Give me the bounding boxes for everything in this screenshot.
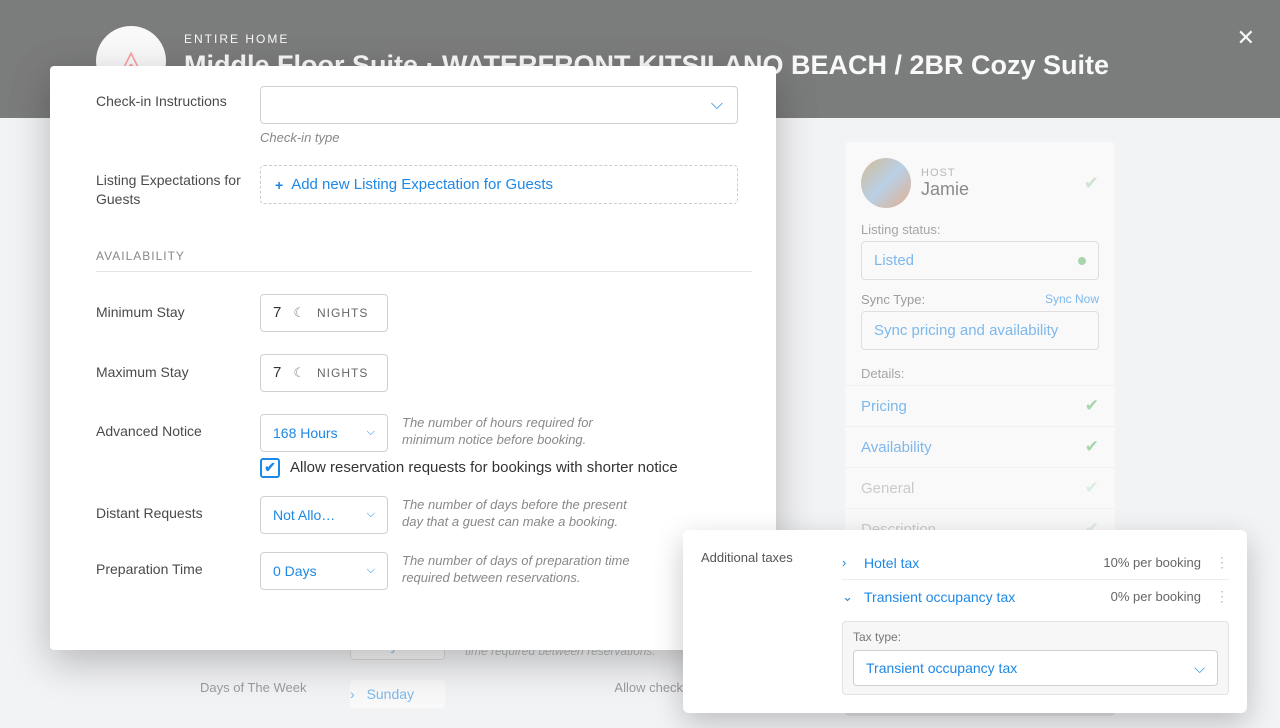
status-dot-icon bbox=[1078, 257, 1086, 265]
distant-requests-help: The number of days before the present da… bbox=[402, 496, 642, 531]
add-expectation-label: Add new Listing Expectation for Guests bbox=[291, 176, 553, 193]
maximum-stay-label: Maximum Stay bbox=[96, 363, 246, 382]
check-icon: ✔ bbox=[1085, 396, 1099, 416]
days-of-week-label: Days of The Week bbox=[200, 680, 330, 695]
chevron-down-icon: ⌵ bbox=[367, 564, 375, 577]
maximum-stay-input[interactable]: 7 ☾ NIGHTS bbox=[260, 354, 388, 392]
additional-taxes-label: Additional taxes bbox=[701, 546, 816, 695]
checkin-instructions-label: Check-in Instructions bbox=[96, 86, 246, 111]
tax-type-value: Transient occupancy tax bbox=[866, 660, 1017, 676]
listing-status-select[interactable]: Listed bbox=[861, 241, 1099, 280]
check-icon: ✔ bbox=[1085, 437, 1099, 457]
chevron-down-icon: ⌵ bbox=[367, 508, 375, 521]
minimum-stay-label: Minimum Stay bbox=[96, 303, 246, 322]
tax-rate: 10% per booking bbox=[1103, 555, 1201, 570]
add-expectation-button[interactable]: + Add new Listing Expectation for Guests bbox=[260, 165, 738, 204]
sidebar-item-pricing[interactable]: Pricing✔ bbox=[845, 385, 1115, 426]
listing-status-label: Listing status: bbox=[845, 214, 1115, 241]
verified-check-icon: ✔ bbox=[1084, 173, 1099, 194]
preparation-time-help: The number of days of preparation time r… bbox=[402, 552, 642, 587]
shorter-notice-label: Allow reservation requests for bookings … bbox=[290, 459, 678, 476]
tax-type-select[interactable]: Transient occupancy tax ⌵ bbox=[853, 650, 1218, 686]
more-icon[interactable]: ⋮ bbox=[1215, 588, 1229, 605]
tax-name: Transient occupancy tax bbox=[864, 589, 1103, 605]
chevron-down-icon: ⌵ bbox=[711, 96, 723, 114]
minimum-stay-value: 7 bbox=[273, 304, 281, 321]
distant-requests-value: Not Allo… bbox=[273, 507, 335, 523]
additional-taxes-panel: Additional taxes › Hotel tax 10% per boo… bbox=[683, 530, 1247, 713]
advanced-notice-label: Advanced Notice bbox=[96, 414, 246, 441]
plus-icon: + bbox=[275, 177, 283, 193]
advanced-notice-help: The number of hours required for minimum… bbox=[402, 414, 642, 449]
listing-sidebar: HOST Jamie ✔ Listing status: Listed Sync… bbox=[845, 142, 1115, 559]
sync-type-value: Sync pricing and availability bbox=[874, 322, 1058, 339]
sidebar-item-general[interactable]: General✔ bbox=[845, 467, 1115, 508]
host-avatar bbox=[861, 158, 911, 208]
host-name: Jamie bbox=[921, 179, 969, 200]
sync-type-select[interactable]: Sync pricing and availability bbox=[861, 311, 1099, 350]
advanced-notice-select[interactable]: 168 Hours ⌵ bbox=[260, 414, 388, 452]
sync-type-label: Sync Type: bbox=[861, 292, 925, 307]
tax-name: Hotel tax bbox=[864, 555, 1095, 571]
preparation-time-value: 0 Days bbox=[273, 563, 317, 579]
details-label: Details: bbox=[845, 358, 1115, 385]
checkin-type-select[interactable]: ⌵ bbox=[260, 86, 738, 124]
advanced-notice-value: 168 Hours bbox=[273, 425, 338, 441]
sunday-link[interactable]: › Sunday bbox=[350, 680, 445, 708]
host-label: HOST bbox=[921, 167, 969, 179]
chevron-right-icon: › bbox=[350, 686, 359, 702]
maximum-stay-value: 7 bbox=[273, 364, 281, 381]
chevron-down-icon: ⌵ bbox=[367, 426, 375, 439]
checkin-type-hint: Check-in type bbox=[260, 130, 750, 145]
shorter-notice-checkbox[interactable]: ✔ bbox=[260, 458, 280, 478]
listing-category: ENTIRE HOME bbox=[184, 32, 289, 46]
tax-rate: 0% per booking bbox=[1111, 589, 1201, 604]
listing-status-value: Listed bbox=[874, 252, 914, 269]
chevron-down-icon: ⌵ bbox=[1194, 660, 1205, 677]
check-icon: ✔ bbox=[1085, 478, 1099, 498]
moon-icon: ☾ bbox=[293, 365, 305, 381]
close-icon[interactable]: ✕ bbox=[1237, 25, 1255, 51]
moon-icon: ☾ bbox=[293, 305, 305, 321]
tax-item-hotel[interactable]: › Hotel tax 10% per booking ⋮ bbox=[842, 546, 1229, 580]
preparation-time-select[interactable]: 0 Days ⌵ bbox=[260, 552, 388, 590]
expectations-label: Listing Expectations for Guests bbox=[96, 165, 246, 209]
chevron-down-icon: ⌄ bbox=[842, 589, 856, 605]
sync-now-link[interactable]: Sync Now bbox=[1045, 292, 1099, 307]
nights-label: NIGHTS bbox=[317, 306, 368, 320]
tax-item-transient[interactable]: ⌄ Transient occupancy tax 0% per booking… bbox=[842, 580, 1229, 613]
sidebar-item-availability[interactable]: Availability✔ bbox=[845, 426, 1115, 467]
nights-label: NIGHTS bbox=[317, 366, 368, 380]
availability-heading: AVAILABILITY bbox=[96, 249, 752, 272]
distant-requests-select[interactable]: Not Allo… ⌵ bbox=[260, 496, 388, 534]
distant-requests-label: Distant Requests bbox=[96, 496, 246, 523]
minimum-stay-input[interactable]: 7 ☾ NIGHTS bbox=[260, 294, 388, 332]
chevron-right-icon: › bbox=[842, 555, 856, 570]
availability-settings-modal: Check-in Instructions ⌵ Check-in type Li… bbox=[50, 66, 776, 650]
more-icon[interactable]: ⋮ bbox=[1215, 554, 1229, 571]
tax-type-label: Tax type: bbox=[853, 630, 1218, 644]
preparation-time-label: Preparation Time bbox=[96, 552, 246, 579]
